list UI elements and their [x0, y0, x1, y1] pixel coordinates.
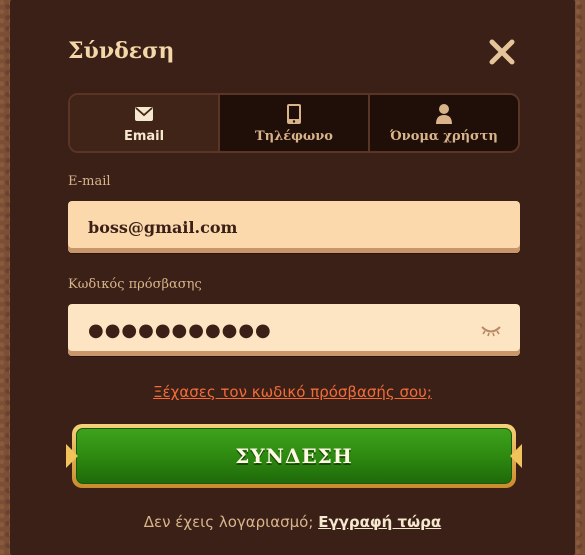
login-dialog: Σύνδεση Email Τηλέφωνο Όνομα χρήστη E-ma… — [10, 0, 575, 555]
phone-icon — [287, 103, 301, 125]
close-icon — [489, 39, 515, 65]
tab-email-label: Email — [123, 128, 165, 144]
email-value: boss@gmail.com — [88, 217, 238, 237]
tab-username[interactable]: Όνομα χρήστη — [370, 95, 518, 151]
close-button[interactable] — [488, 38, 516, 66]
button-arrow-left-icon — [66, 444, 78, 468]
signup-prompt: Δεν έχεις λογαριασμό; Εγγραφή τώρα — [10, 513, 575, 531]
tab-phone[interactable]: Τηλέφωνο — [220, 95, 370, 151]
login-method-tabs: Email Τηλέφωνο Όνομα χρήστη — [68, 93, 520, 153]
password-field[interactable]: ●●●●●●●●●●● — [68, 304, 520, 356]
tab-username-label: Όνομα χρήστη — [390, 128, 498, 144]
password-value: ●●●●●●●●●●● — [88, 319, 272, 341]
eye-closed-icon[interactable] — [480, 322, 502, 343]
button-arrow-right-icon — [510, 444, 522, 468]
signup-prompt-text: Δεν έχεις λογαριασμό; — [143, 513, 314, 531]
signup-link[interactable]: Εγγραφή τώρα — [318, 513, 441, 531]
login-button[interactable]: ΣΥΝΔΕΣΗ — [66, 424, 522, 488]
envelope-icon — [135, 103, 153, 125]
tab-email[interactable]: Email — [70, 95, 220, 151]
login-button-label: ΣΥΝΔΕΣΗ — [76, 428, 512, 484]
email-field[interactable]: boss@gmail.com — [68, 201, 520, 253]
tab-phone-label: Τηλέφωνο — [255, 128, 333, 144]
forgot-password-link[interactable]: Ξέχασες τον κωδικό πρόσβασής σου; — [10, 383, 575, 401]
email-label: E-mail — [68, 174, 111, 189]
dialog-title: Σύνδεση — [68, 38, 175, 64]
user-icon — [436, 103, 452, 125]
password-label: Κωδικός πρόσβασης — [68, 277, 202, 292]
